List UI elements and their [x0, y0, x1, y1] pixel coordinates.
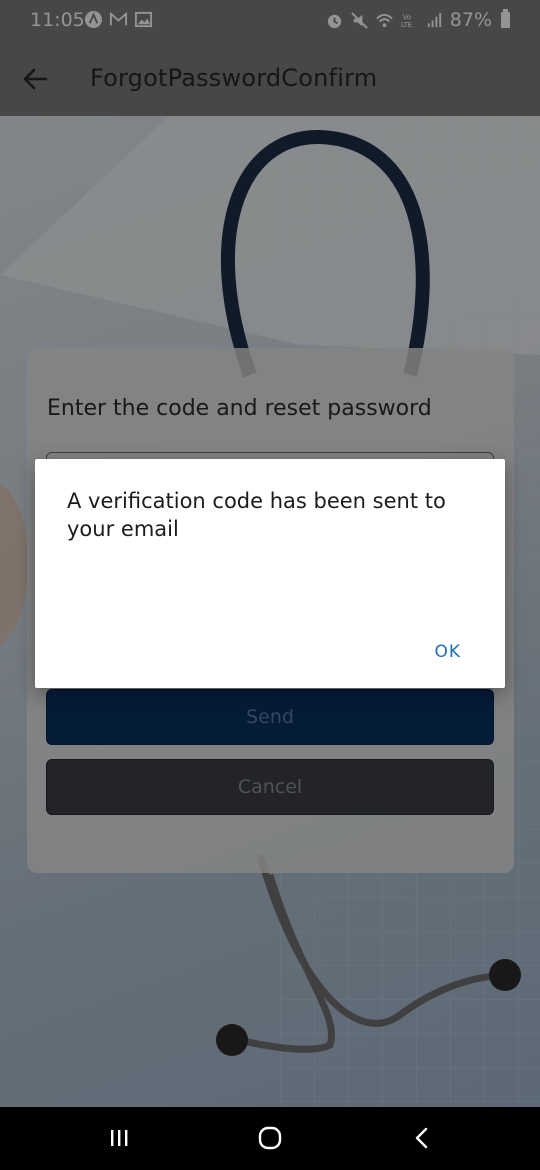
back-nav-icon[interactable]	[407, 1125, 437, 1151]
system-navigation-bar	[0, 1107, 540, 1170]
dialog-message: A verification code has been sent to you…	[67, 489, 446, 541]
home-icon[interactable]	[255, 1125, 285, 1151]
recent-apps-icon[interactable]	[105, 1125, 135, 1151]
ok-button[interactable]: OK	[434, 642, 461, 662]
alert-dialog: A verification code has been sent to you…	[35, 459, 505, 688]
